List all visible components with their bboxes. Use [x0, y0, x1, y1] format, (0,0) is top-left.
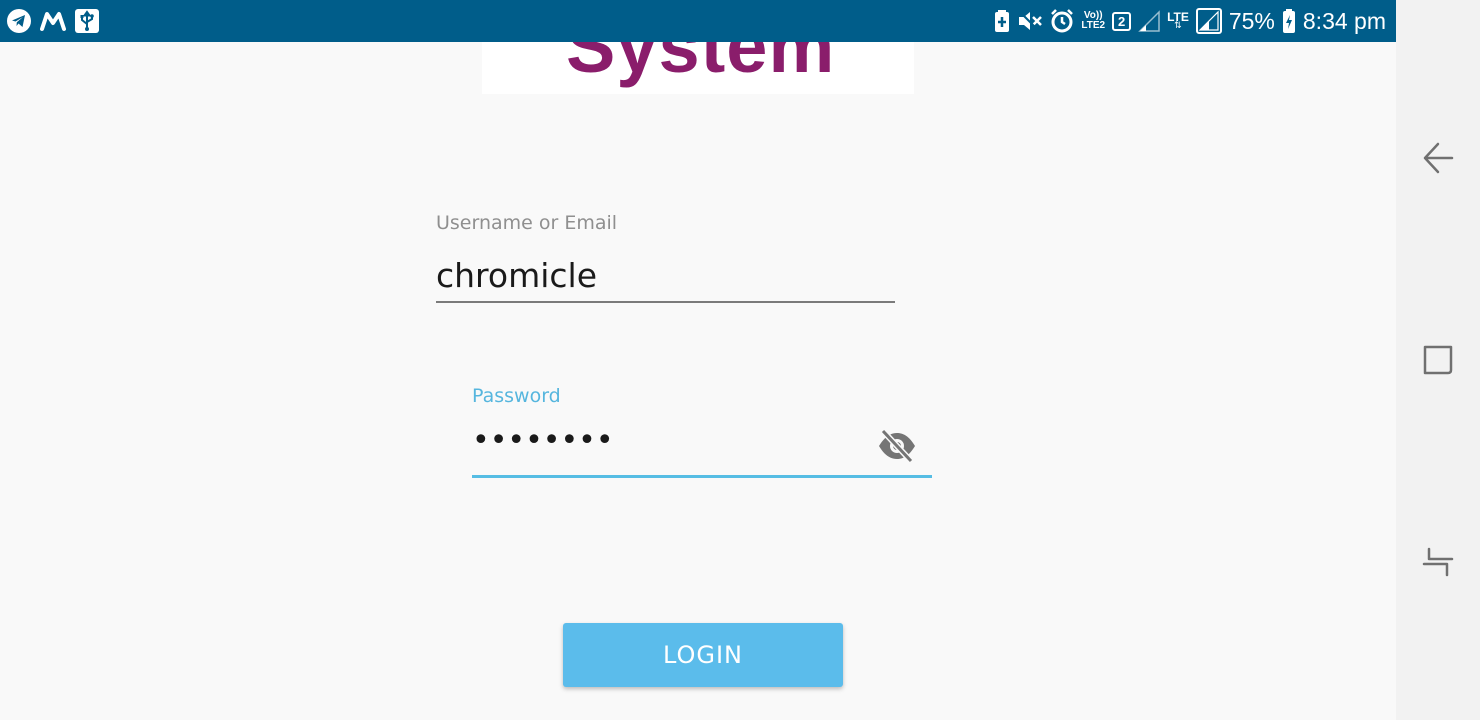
volte-indicator: Vo)) LTE2 [1081, 11, 1105, 31]
back-button[interactable] [1416, 136, 1460, 180]
usb-icon [74, 8, 100, 34]
app-logo: System [482, 42, 914, 94]
password-visibility-toggle[interactable] [876, 427, 918, 465]
logo-text: System [566, 42, 836, 88]
lte-indicator: LTE ⇅ [1167, 9, 1189, 31]
username-label: Username or Email [436, 212, 618, 234]
m-app-icon [40, 10, 66, 32]
sim-number-badge: 2 [1112, 11, 1132, 31]
password-underline [472, 475, 932, 478]
alarm-icon [1050, 9, 1074, 33]
username-field[interactable]: Username or Email chromicle [436, 210, 896, 306]
login-button-label: LOGIN [662, 641, 744, 669]
clock: 8:34 pm [1302, 7, 1386, 34]
battery-saver-icon [994, 9, 1010, 33]
status-bar-right: Vo)) LTE2 2 LTE ⇅ 75% 8:34 pm [994, 0, 1386, 42]
password-field[interactable]: Password •••••••• [472, 383, 934, 481]
eye-off-icon [879, 429, 915, 463]
data-arrows-icon: ⇅ [1174, 20, 1182, 31]
overview-icon [1422, 547, 1454, 577]
username-input[interactable]: chromicle [436, 256, 597, 295]
volte-bottom-text: LTE2 [1081, 20, 1106, 31]
battery-charging-icon [1282, 8, 1296, 34]
mute-icon [1017, 9, 1043, 33]
password-input[interactable]: •••••••• [472, 423, 614, 458]
signal-sim2-icon [1195, 8, 1222, 34]
signal-sim1-icon [1138, 10, 1160, 32]
back-icon [1423, 142, 1454, 174]
username-underline [436, 301, 895, 303]
lte-text: LTE [1167, 9, 1189, 24]
status-bar-left [6, 0, 100, 42]
navigation-bar [1396, 0, 1480, 720]
telegram-icon [6, 8, 32, 34]
login-button[interactable]: LOGIN [563, 623, 843, 687]
login-screen: Vo)) LTE2 2 LTE ⇅ 75% 8:34 pm System Use… [0, 0, 1480, 720]
status-bar: Vo)) LTE2 2 LTE ⇅ 75% 8:34 pm [0, 0, 1396, 42]
recents-icon [1423, 345, 1453, 375]
home-button[interactable] [1416, 338, 1460, 382]
overview-button[interactable] [1416, 540, 1460, 584]
password-label: Password [472, 385, 561, 407]
battery-percent: 75% [1228, 7, 1275, 34]
